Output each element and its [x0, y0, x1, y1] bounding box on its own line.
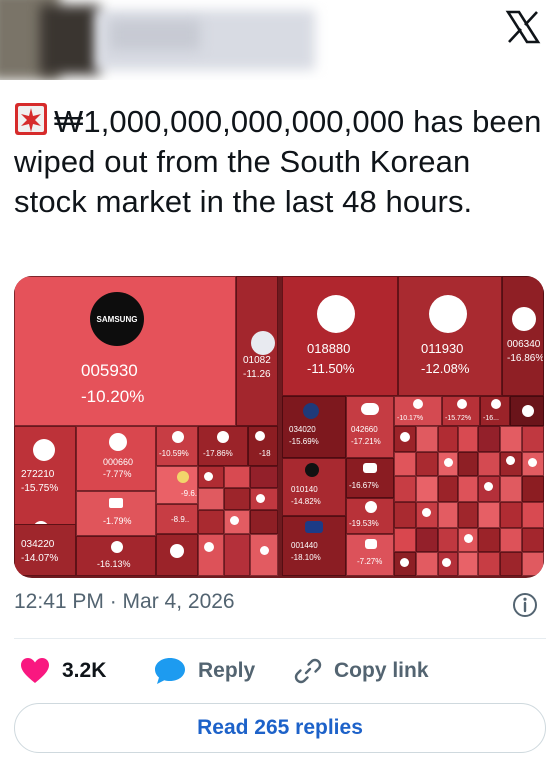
tile-code: 034220 [21, 539, 55, 550]
tile-pct: -15.72% [445, 415, 472, 422]
tweet-timestamp[interactable]: 12:41 PM · Mar 4, 2026 [14, 590, 235, 614]
heatmap-tile-samsung: SAMSUNG 005930 -10.20% [14, 276, 236, 426]
tile-pct: -11.26 [243, 369, 271, 380]
copy-link-button[interactable]: Copy link [294, 654, 429, 688]
heatmap-tile: -10.59% [156, 426, 198, 466]
tile-code: 034020 [289, 425, 316, 434]
tile-code: 005930 [81, 361, 138, 380]
siren-emoji-icon [14, 102, 48, 136]
heatmap-tile: -1.79% [76, 491, 156, 536]
tile-code: 018880 [307, 341, 351, 356]
heatmap-tile: -17.86% [198, 426, 248, 466]
tweet-actions: 3.2K Reply Copy link [14, 654, 544, 688]
tile-pct: -1.79% [103, 516, 132, 526]
tile-pct: -11.50% [307, 361, 355, 376]
heatmap-tile: -16.13% [76, 536, 156, 576]
tile-code: 01082 [243, 355, 271, 366]
like-count: 3.2K [62, 659, 107, 682]
heatmap-tile: 042660 -17.21% [346, 396, 394, 458]
heatmap-tile: 034220 -14.07% [14, 524, 76, 576]
heatmap-tile: 018880 -11.50% [282, 276, 398, 396]
tile-code: 042660 [351, 425, 378, 434]
reply-label: Reply [198, 659, 256, 682]
divider [14, 638, 546, 639]
tile-pct: -14.82% [291, 497, 321, 506]
tile-pct: -14.07% [21, 553, 59, 564]
tweet-text-block: ₩1,000,000,000,000,000 has been wiped ou… [14, 102, 544, 222]
like-button[interactable]: 3.2K [20, 654, 106, 688]
tile-pct: -18 [259, 449, 271, 458]
tile-code: 011930 [421, 341, 464, 356]
tile-pct: -16.67% [349, 481, 379, 490]
tile-pct: -7.27% [357, 557, 383, 566]
heatmap-tile: 001440 -18.10% [282, 516, 346, 576]
tile-code: 010140 [291, 485, 318, 494]
heatmap-tile: -7.27% [346, 534, 394, 576]
heatmap-tile: 011930 -12.08% [398, 276, 502, 396]
heatmap-tile: 010140 -14.82% [282, 458, 346, 516]
reply-bubble-icon [155, 658, 185, 684]
tile-pct: -16... [483, 415, 499, 422]
heatmap-image[interactable]: SAMSUNG 005930 -10.20% 01082 -11.26 0188… [14, 276, 544, 578]
copy-link-label: Copy link [334, 659, 429, 682]
blurred-profile-banner [0, 0, 330, 80]
tile-pct: -12.08% [421, 361, 470, 376]
tile-pct: -17.21% [351, 437, 381, 446]
heatmap-tile [510, 396, 544, 426]
tile-pct: -10.17% [397, 415, 424, 422]
tile-pct: -10.59% [159, 449, 189, 458]
tile-code: 000660 [103, 457, 134, 467]
x-logo-icon[interactable] [504, 8, 542, 46]
heatmap-tile: 034020 -15.69% [282, 396, 346, 458]
heatmap-tile: 000660 -7.77% [76, 426, 156, 491]
heatmap-tile: -10.17% [394, 396, 442, 426]
tile-pct: -9.6.. [181, 489, 198, 498]
tweet-text: ₩1,000,000,000,000,000 has been wiped ou… [14, 104, 542, 219]
tile-pct: -10.20% [81, 387, 145, 406]
heatmap-tile: -9.6.. [156, 466, 198, 504]
tile-pct: -15.69% [289, 437, 319, 446]
tile-pct: -8.9.. [171, 515, 190, 524]
heatmap-tile: 006340 -16.86% [502, 276, 544, 396]
tile-pct: -17.86% [203, 449, 233, 458]
reply-button[interactable]: Reply [154, 654, 255, 688]
heart-icon [21, 658, 49, 683]
tile-pct: -16.86% [507, 353, 544, 364]
link-icon [294, 658, 322, 684]
tile-pct: -19.53% [349, 519, 379, 528]
tile-code: 272210 [21, 469, 55, 480]
heatmap-tile: -16.67% [346, 458, 394, 498]
tile-pct: -16.13% [97, 559, 131, 569]
info-icon[interactable] [512, 592, 538, 618]
tile-pct: -18.10% [291, 553, 321, 562]
heatmap-tile: -16... [480, 396, 510, 426]
tile-pct: -7.77% [103, 469, 132, 479]
heatmap-tile: -8.9.. [156, 504, 198, 534]
tile-code: 006340 [507, 339, 541, 350]
tile-code: 001440 [291, 541, 318, 550]
samsung-logo: SAMSUNG [90, 292, 144, 346]
read-replies-button[interactable]: Read 265 replies [14, 703, 546, 753]
heatmap-tile: -15.72% [442, 396, 480, 426]
tile-pct: -15.75% [21, 483, 59, 494]
heatmap-tile: -18 [248, 426, 278, 466]
tweet-header [0, 0, 560, 90]
heatmap-tile: -19.53% [346, 498, 394, 534]
heatmap-tile: 01082 -11.26 [236, 276, 278, 426]
